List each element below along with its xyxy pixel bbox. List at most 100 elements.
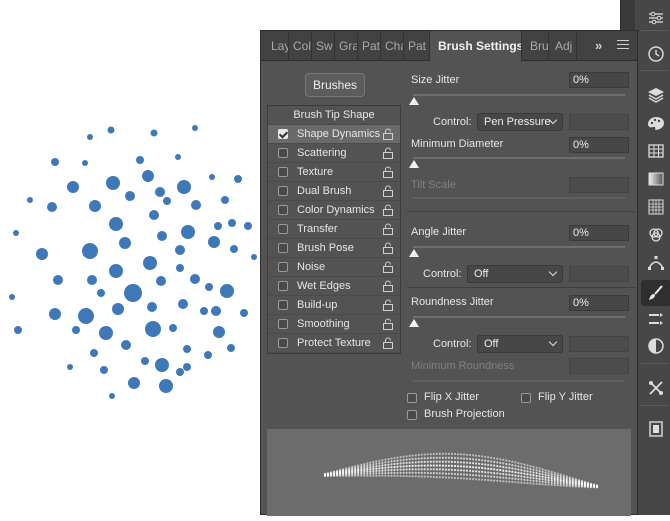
tab-gradients[interactable]: Gra — [335, 31, 358, 61]
option-checkbox[interactable] — [278, 148, 288, 158]
tab-brushes[interactable]: Bru — [522, 31, 549, 61]
option-checkbox[interactable] — [278, 224, 288, 234]
layers-panel-button[interactable] — [641, 82, 670, 108]
roundness-jitter-slider-track[interactable] — [413, 316, 625, 318]
color-palette-panel-button[interactable] — [641, 111, 670, 137]
control-1-value: Pen Pressure — [484, 116, 551, 128]
brush-projection-label: Brush Projection — [424, 408, 505, 420]
channels-panel-button[interactable] — [641, 222, 670, 248]
option-checkbox[interactable] — [278, 243, 288, 253]
roundness-jitter-slider-knob[interactable] — [409, 319, 419, 327]
chevron-down-icon — [548, 267, 558, 277]
paths-panel-button[interactable] — [641, 250, 670, 276]
roundness-jitter-value[interactable]: 0% — [569, 295, 629, 311]
minimum-roundness-value — [569, 358, 629, 374]
option-checkbox[interactable] — [278, 205, 288, 215]
lock-icon[interactable] — [382, 242, 394, 254]
tools-icon — [649, 381, 663, 395]
list-item-brush-pose[interactable]: Brush Pose — [268, 239, 400, 258]
tab-overflow-button[interactable]: » — [595, 38, 602, 53]
brush-dot — [150, 129, 158, 137]
list-item-brush-tip-shape[interactable]: Brush Tip Shape — [268, 106, 400, 125]
brush-dot — [107, 126, 115, 134]
tab-color[interactable]: Col — [289, 31, 312, 61]
size-jitter-slider-knob[interactable] — [409, 97, 419, 105]
list-item-smoothing[interactable]: Smoothing — [268, 315, 400, 334]
grid-panel-button[interactable] — [641, 194, 670, 220]
tab-channels[interactable]: Cha — [381, 31, 404, 61]
list-item-texture[interactable]: Texture — [268, 163, 400, 182]
tab-adjustments[interactable]: Adj — [549, 31, 577, 61]
control-2-extra-field — [569, 266, 629, 282]
brush-dot — [27, 197, 33, 203]
lock-icon[interactable] — [382, 280, 394, 292]
option-checkbox[interactable] — [278, 300, 288, 310]
tools-panel-button[interactable] — [641, 375, 670, 401]
option-checkbox[interactable] — [278, 129, 288, 139]
minimum-diameter-slider-track[interactable] — [413, 157, 625, 159]
lock-icon[interactable] — [382, 185, 394, 197]
tab-swatches[interactable]: Sw — [312, 31, 335, 61]
brush-presets-panel-button[interactable] — [641, 306, 670, 332]
tab-layers[interactable]: Lay — [267, 31, 289, 61]
angle-jitter-slider-knob[interactable] — [409, 249, 419, 257]
minimum-diameter-value[interactable]: 0% — [569, 137, 629, 153]
gradient-panel-button[interactable] — [641, 166, 670, 192]
list-item-shape-dynamics[interactable]: Shape Dynamics — [268, 125, 400, 144]
list-item-dual-brush[interactable]: Dual Brush — [268, 182, 400, 201]
option-checkbox[interactable] — [278, 167, 288, 177]
artboard-panel-button[interactable] — [641, 416, 670, 442]
brush-dot — [78, 308, 94, 324]
adjustments-circle-panel-button[interactable] — [641, 333, 670, 359]
brush-dot — [227, 344, 235, 352]
option-checkbox[interactable] — [278, 319, 288, 329]
list-item-wet-edges[interactable]: Wet Edges — [268, 277, 400, 296]
lock-icon[interactable] — [382, 128, 394, 140]
lock-icon[interactable] — [382, 147, 394, 159]
option-checkbox[interactable] — [278, 338, 288, 348]
tab-patterns[interactable]: Pat — [358, 31, 381, 61]
brush-dot — [208, 236, 220, 248]
adjustments-panel-button[interactable] — [641, 5, 670, 31]
angle-jitter-slider-track[interactable] — [413, 246, 625, 248]
lock-icon[interactable] — [382, 166, 394, 178]
brush-dot — [163, 197, 171, 205]
brush-panel-button[interactable] — [641, 280, 670, 306]
option-checkbox[interactable] — [278, 186, 288, 196]
list-item-build-up[interactable]: Build-up — [268, 296, 400, 315]
list-item-transfer[interactable]: Transfer — [268, 220, 400, 239]
option-checkbox[interactable] — [278, 262, 288, 272]
brush-projection-checkbox[interactable] — [407, 410, 417, 420]
control-1-select[interactable]: Pen Pressure — [477, 113, 563, 131]
option-checkbox[interactable] — [278, 281, 288, 291]
control-2-select[interactable]: Off — [467, 265, 563, 283]
size-jitter-value[interactable]: 0% — [569, 72, 629, 88]
brush-dot — [51, 158, 59, 166]
table-panel-button[interactable] — [641, 138, 670, 164]
lock-icon[interactable] — [382, 299, 394, 311]
brush-dot — [240, 309, 248, 317]
flip-y-jitter-checkbox[interactable] — [521, 393, 531, 403]
tab-paths[interactable]: Pat — [404, 31, 430, 61]
lock-icon[interactable] — [382, 318, 394, 330]
panel-menu-icon[interactable] — [617, 40, 629, 52]
lock-icon[interactable] — [382, 204, 394, 216]
list-item-scattering[interactable]: Scattering — [268, 144, 400, 163]
size-jitter-slider-track[interactable] — [413, 94, 625, 96]
flip-x-jitter-checkbox[interactable] — [407, 393, 417, 403]
list-item-noise[interactable]: Noise — [268, 258, 400, 277]
list-item-color-dynamics[interactable]: Color Dynamics — [268, 201, 400, 220]
minimum-diameter-slider-knob[interactable] — [409, 160, 419, 168]
brush-dot — [13, 230, 19, 236]
tab-brush-settings[interactable]: Brush Settings — [430, 31, 522, 62]
lock-icon[interactable] — [382, 337, 394, 349]
history-panel-button[interactable] — [641, 41, 670, 67]
lock-icon[interactable] — [382, 223, 394, 235]
angle-jitter-value[interactable]: 0% — [569, 225, 629, 241]
brush-dot — [109, 264, 123, 278]
layers-icon — [648, 88, 664, 103]
control-3-select[interactable]: Off — [477, 335, 563, 353]
lock-icon[interactable] — [382, 261, 394, 273]
list-item-protect-texture[interactable]: Protect Texture — [268, 334, 400, 353]
brushes-button[interactable]: Brushes — [305, 73, 365, 97]
